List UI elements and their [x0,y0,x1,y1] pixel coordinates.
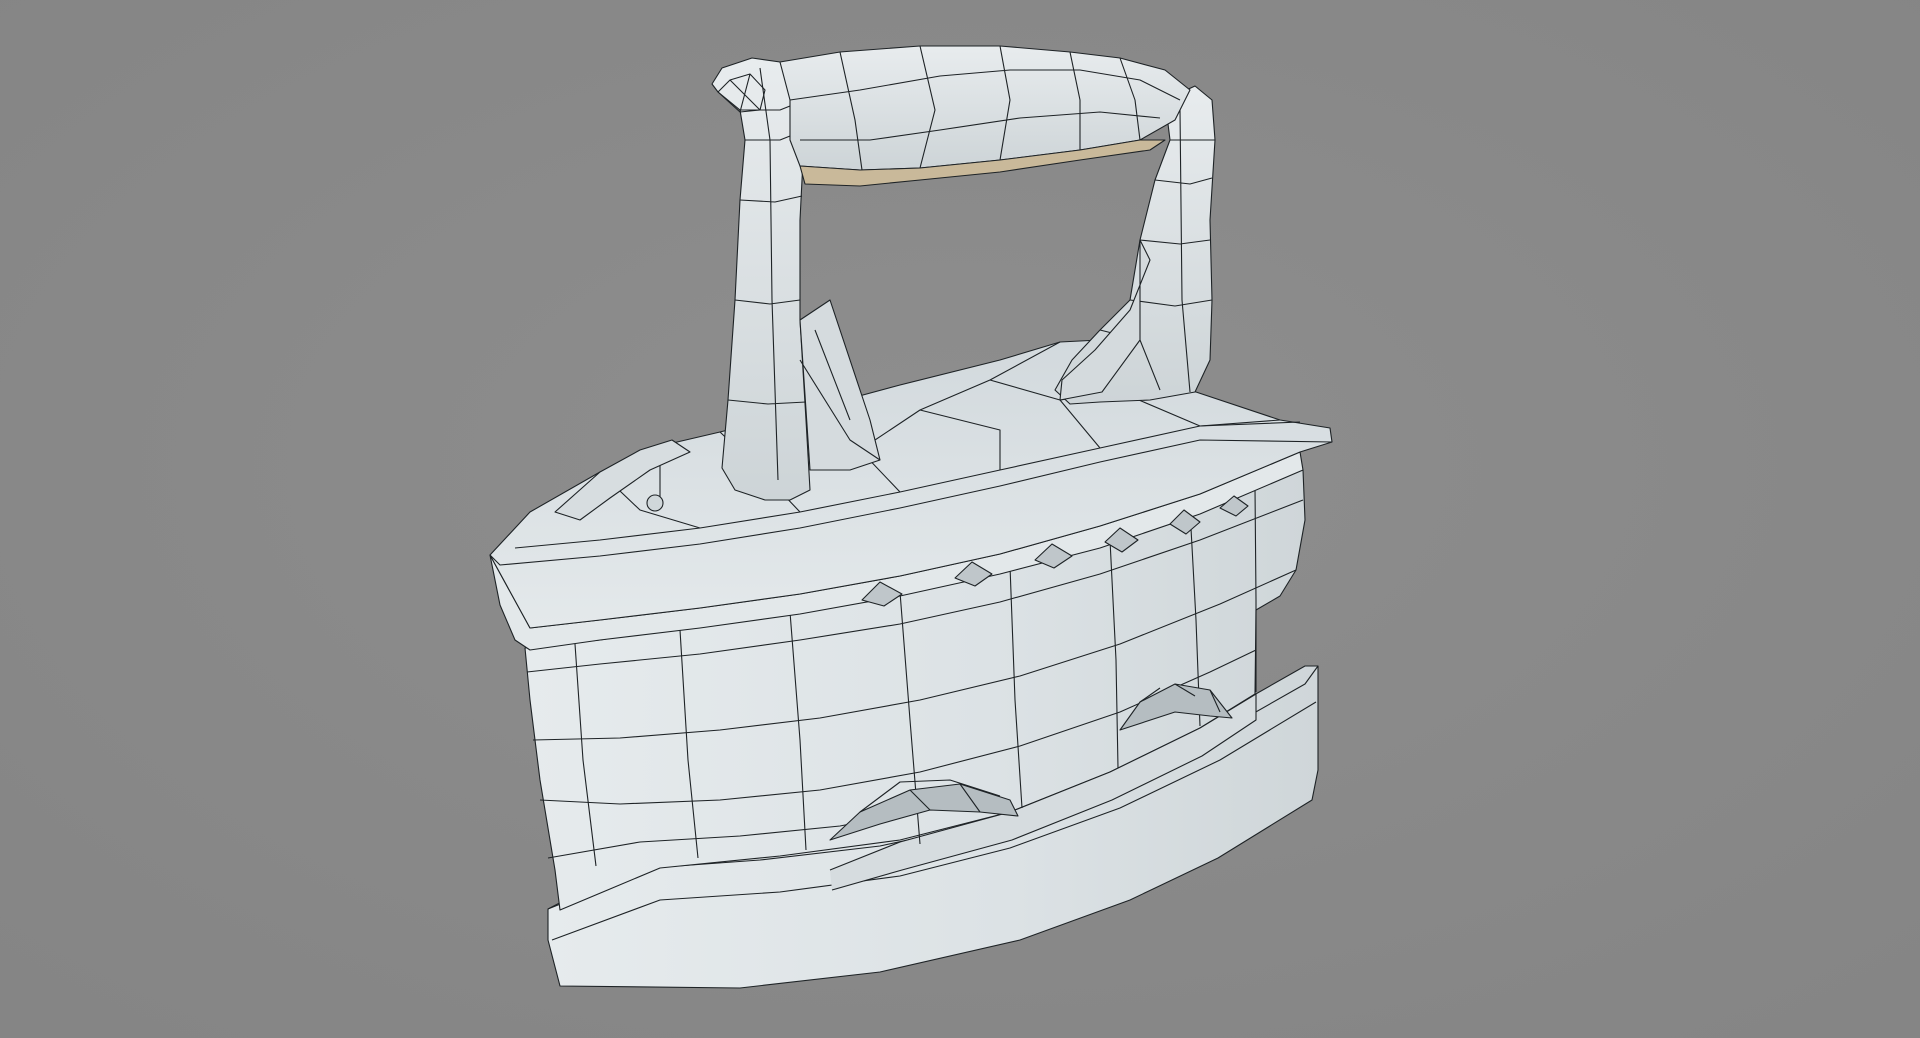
3d-viewport[interactable] [0,0,1920,1038]
ornament-knob [646,494,664,512]
viewport-canvas[interactable] [0,0,1920,1038]
